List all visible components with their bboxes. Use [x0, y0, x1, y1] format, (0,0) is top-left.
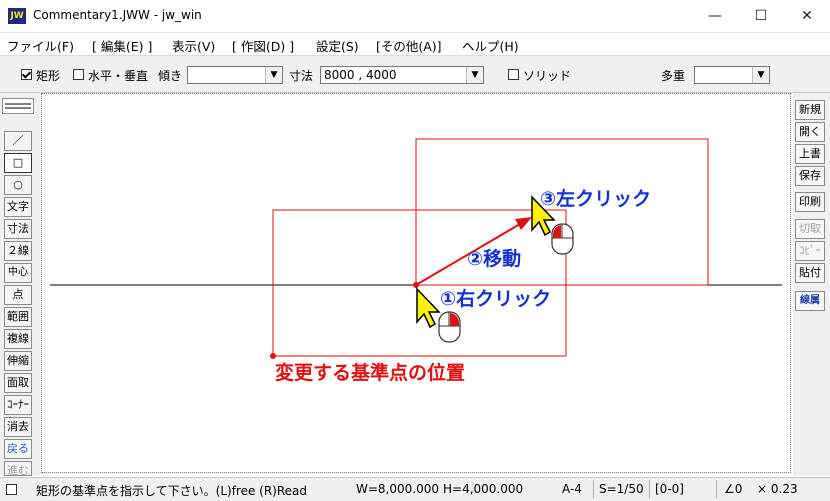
dimension-combo[interactable]: 8000 , 4000 ▼	[320, 66, 484, 84]
tool-text[interactable]: 文字	[4, 197, 32, 217]
tool-redo[interactable]: 進む	[4, 461, 32, 476]
rect-checkbox[interactable]	[21, 69, 32, 80]
menu-file[interactable]: ファイル(F)	[7, 36, 74, 55]
save-button[interactable]: 保存	[795, 166, 825, 186]
tool-range[interactable]: 範囲	[4, 307, 32, 327]
mouse-left-click-icon	[551, 223, 574, 255]
chevron-down-icon[interactable]: ▼	[466, 67, 483, 83]
menu-edit[interactable]: [ 編集(E) ]	[92, 36, 152, 55]
multi-combo[interactable]: ▼	[694, 66, 770, 84]
new-button[interactable]: 新規	[795, 100, 825, 120]
app-icon: JW	[8, 8, 26, 24]
overwrite-button[interactable]: 上書	[795, 144, 825, 164]
menu-bar: ファイル(F) [ 編集(E) ] 表示(V) [ 作図(D) ] 設定(S) …	[0, 33, 830, 56]
maximize-button[interactable]: ☐	[738, 0, 784, 32]
status-separator	[716, 480, 717, 498]
menu-settings[interactable]: 設定(S)	[316, 36, 359, 55]
drawing-canvas[interactable]: ①右クリック ②移動 ③左クリック 変更する基準点の位置	[41, 93, 791, 473]
canvas-svg: ①右クリック ②移動 ③左クリック 変更する基準点の位置	[50, 138, 782, 384]
tilt-label: 傾き	[158, 69, 183, 83]
tool-circle[interactable]: ○	[4, 175, 32, 195]
chevron-down-icon[interactable]: ▼	[752, 67, 769, 83]
tool-dimension[interactable]: 寸法	[4, 219, 32, 239]
cursor-icon	[416, 287, 441, 329]
multi-label: 多重	[661, 69, 686, 83]
status-scale[interactable]: S=1/50	[599, 482, 644, 496]
status-layer[interactable]: [0-0]	[655, 482, 684, 496]
tool-offset[interactable]: 複線	[4, 329, 32, 349]
menu-help[interactable]: ヘルプ(H)	[462, 36, 519, 55]
chevron-down-icon[interactable]: ▼	[265, 67, 282, 83]
horizontal-vertical-checkbox[interactable]	[73, 69, 84, 80]
tool-stretch[interactable]: 伸縮	[4, 351, 32, 371]
window-title: Commentary1.JWW - jw_win	[33, 8, 202, 22]
tool-line[interactable]: ／	[4, 131, 32, 151]
tilt-combo[interactable]: ▼	[187, 66, 283, 84]
move-arrow-head	[515, 217, 532, 230]
left-tool-panel: ／ □ ○ 文字 寸法 ２線 中心線 点 範囲 複線 伸縮 面取 ｺｰﾅｰ 消去…	[0, 93, 40, 476]
cut-button[interactable]: 切取	[795, 219, 825, 239]
tool-rectangle[interactable]: □	[4, 153, 32, 173]
status-angle[interactable]: ∠0	[724, 482, 742, 496]
moved-rectangle	[415, 138, 709, 286]
status-zoom[interactable]: × 0.23	[757, 482, 798, 496]
status-paper[interactable]: A-4	[562, 482, 582, 496]
tool-erase[interactable]: 消去	[4, 417, 32, 437]
copy-button[interactable]: ｺﾋﾟｰ	[795, 241, 825, 261]
menu-other[interactable]: [その他(A)]	[376, 36, 442, 55]
line-attribute-button[interactable]: 線属性	[795, 291, 825, 311]
close-button[interactable]: ✕	[784, 0, 830, 32]
horizontal-vertical-label: 水平・垂直	[88, 69, 149, 83]
dimension-value: 8000 , 4000	[324, 68, 397, 82]
line-style-selector[interactable]	[2, 98, 34, 114]
title-bar: JW Commentary1.JWW - jw_win — ☐ ✕	[0, 0, 830, 33]
status-separator	[593, 480, 594, 498]
status-height: H=4,000.000	[443, 482, 524, 496]
minimize-button[interactable]: —	[692, 0, 738, 32]
tool-chamfer[interactable]: 面取	[4, 373, 32, 393]
base-point-annotation: 変更する基準点の位置	[275, 361, 465, 384]
menu-draw[interactable]: [ 作図(D) ]	[232, 36, 294, 55]
tool-corner[interactable]: ｺｰﾅｰ	[4, 395, 32, 415]
status-message: 矩形の基準点を指示して下さい。(L)free (R)Read	[36, 484, 308, 498]
status-separator	[649, 480, 650, 498]
step1-annotation: ①右クリック	[440, 287, 551, 310]
tool-center-line[interactable]: 中心線	[4, 263, 32, 283]
paste-button[interactable]: 貼付	[795, 263, 825, 283]
right-tool-panel: 新規 開く 上書 保存 印刷 切取 ｺﾋﾟｰ 貼付 線属性	[793, 93, 830, 476]
mouse-right-click-icon	[438, 311, 461, 343]
menu-view[interactable]: 表示(V)	[172, 36, 215, 55]
step2-annotation: ②移動	[467, 247, 521, 270]
base-point-dot	[270, 353, 276, 359]
status-bar: 矩形の基準点を指示して下さい。(L)free (R)Read W=8,000.0…	[0, 477, 830, 501]
line-style-icon	[5, 103, 31, 109]
tool-point[interactable]: 点	[4, 285, 32, 305]
rect-label: 矩形	[36, 69, 61, 83]
status-width: W=8,000.000	[356, 482, 439, 496]
open-button[interactable]: 開く	[795, 122, 825, 142]
status-checkbox[interactable]	[6, 484, 17, 495]
dimension-label: 寸法	[289, 69, 314, 83]
tool-double-line[interactable]: ２線	[4, 241, 32, 261]
solid-label: ソリッド	[523, 69, 572, 83]
solid-checkbox[interactable]	[508, 69, 519, 80]
step3-annotation: ③左クリック	[540, 187, 651, 210]
tool-undo[interactable]: 戻る	[4, 439, 32, 459]
tool-options-bar: 矩形 水平・垂直 傾き ▼ 寸法 8000 , 4000 ▼ ソリッド 多重 ▼	[0, 56, 830, 93]
print-button[interactable]: 印刷	[795, 192, 825, 212]
